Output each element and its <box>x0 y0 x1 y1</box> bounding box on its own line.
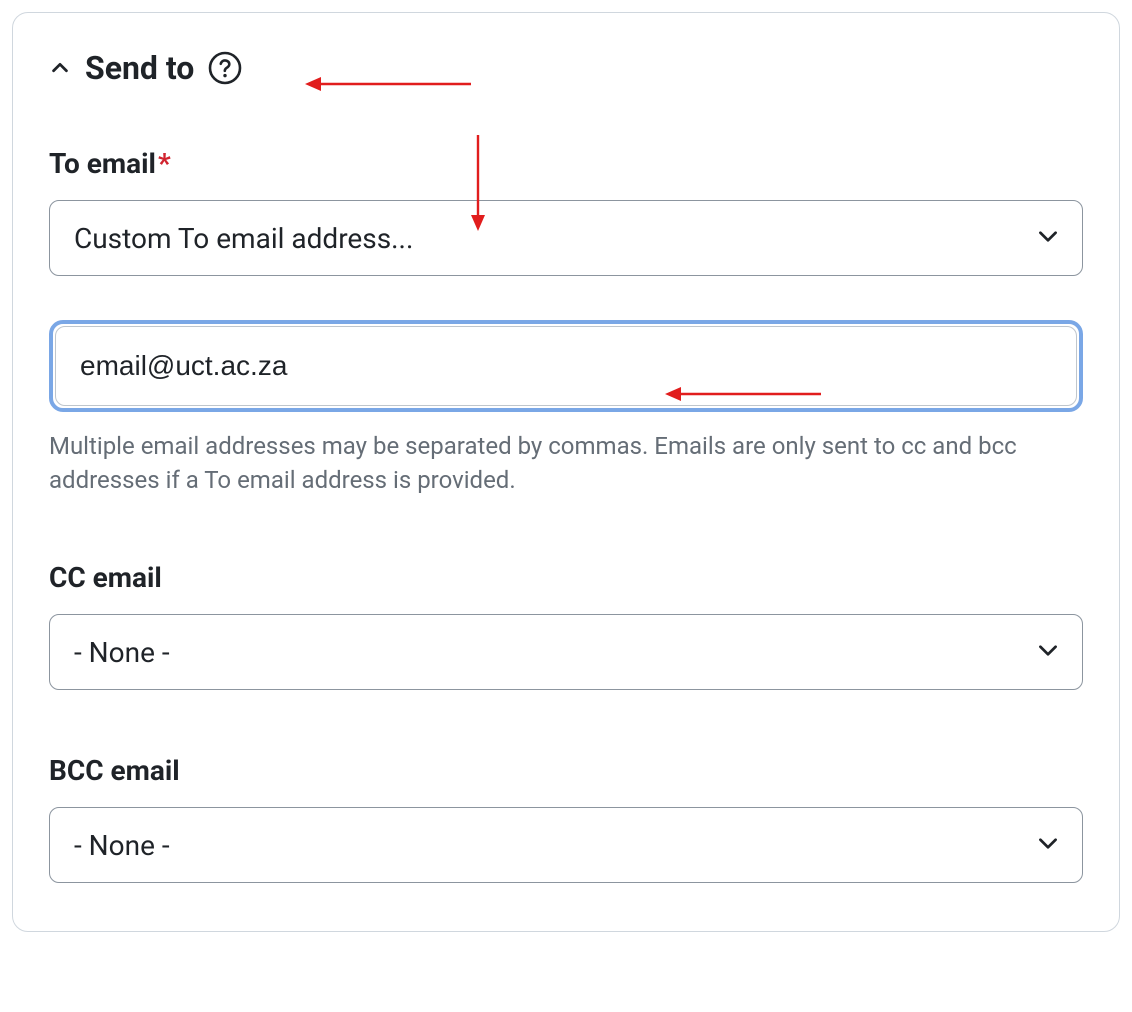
send-to-panel: Send to To email* Custom To email addres… <box>12 12 1120 932</box>
to-email-label: To email* <box>49 147 1083 180</box>
cc-email-select[interactable]: - None - <box>49 614 1083 690</box>
bcc-email-select[interactable]: - None - <box>49 807 1083 883</box>
section-title: Send to <box>85 49 194 87</box>
to-email-label-text: To email <box>49 147 156 180</box>
to-email-input[interactable] <box>55 326 1077 406</box>
chevron-up-icon <box>49 57 71 79</box>
required-indicator: * <box>158 147 171 180</box>
cc-email-select-value: - None - <box>74 636 170 669</box>
field-group-cc-email: CC email - None - <box>49 561 1083 690</box>
section-header-send-to[interactable]: Send to <box>49 49 1083 87</box>
bcc-email-label: BCC email <box>49 754 1083 787</box>
field-group-bcc-email: BCC email - None - <box>49 754 1083 883</box>
to-email-help-text: Multiple email addresses may be separate… <box>49 430 1083 497</box>
to-email-select-value: Custom To email address... <box>74 222 413 255</box>
to-email-select[interactable]: Custom To email address... <box>49 200 1083 276</box>
cc-email-label: CC email <box>49 561 1083 594</box>
help-icon[interactable] <box>208 51 242 85</box>
bcc-email-select-value: - None - <box>74 829 170 862</box>
to-email-input-focus-ring <box>49 320 1083 412</box>
field-group-to-email: To email* Custom To email address... Mul… <box>49 147 1083 497</box>
